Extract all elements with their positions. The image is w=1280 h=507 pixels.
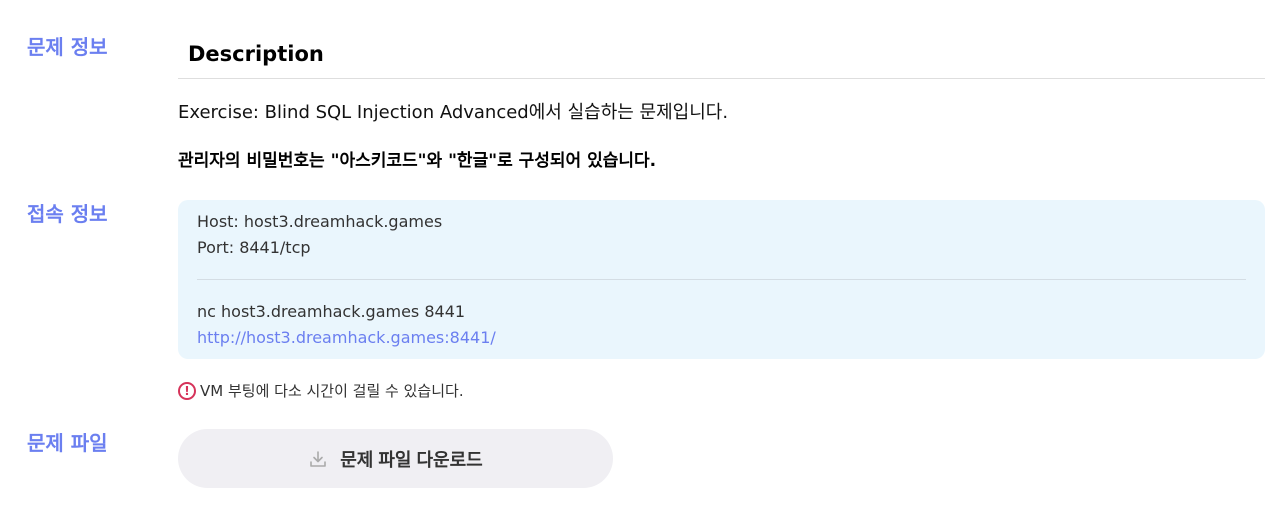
- notice-text: VM 부팅에 다소 시간이 걸릴 수 있습니다.: [200, 382, 464, 400]
- section-label-problem-file: 문제 파일: [27, 431, 108, 455]
- description-title: Description: [188, 42, 324, 66]
- host-text: Host: host3.dreamhack.games: [197, 212, 443, 231]
- description-divider: [178, 78, 1265, 79]
- exclamation-circle-icon: !: [178, 381, 196, 400]
- download-button[interactable]: 문제 파일 다운로드: [178, 429, 613, 488]
- description-bold-text: 관리자의 비밀번호는 "아스키코드"와 "한글"로 구성되어 있습니다.: [178, 151, 657, 171]
- port-text: Port: 8441/tcp: [197, 238, 311, 257]
- connection-info-box: Host: host3.dreamhack.games Port: 8441/t…: [178, 200, 1265, 359]
- section-label-connection-info: 접속 정보: [27, 202, 108, 226]
- service-url-link[interactable]: http://host3.dreamhack.games:8441/: [197, 328, 496, 347]
- description-text: Exercise: Blind SQL Injection Advanced에서…: [178, 102, 729, 123]
- download-icon: [310, 450, 327, 467]
- connection-divider: [197, 279, 1246, 280]
- vm-boot-notice: ! VM 부팅에 다소 시간이 걸릴 수 있습니다.: [178, 380, 464, 401]
- nc-command-text: nc host3.dreamhack.games 8441: [197, 302, 466, 321]
- section-label-problem-info: 문제 정보: [27, 35, 108, 59]
- download-button-label: 문제 파일 다운로드: [340, 449, 483, 470]
